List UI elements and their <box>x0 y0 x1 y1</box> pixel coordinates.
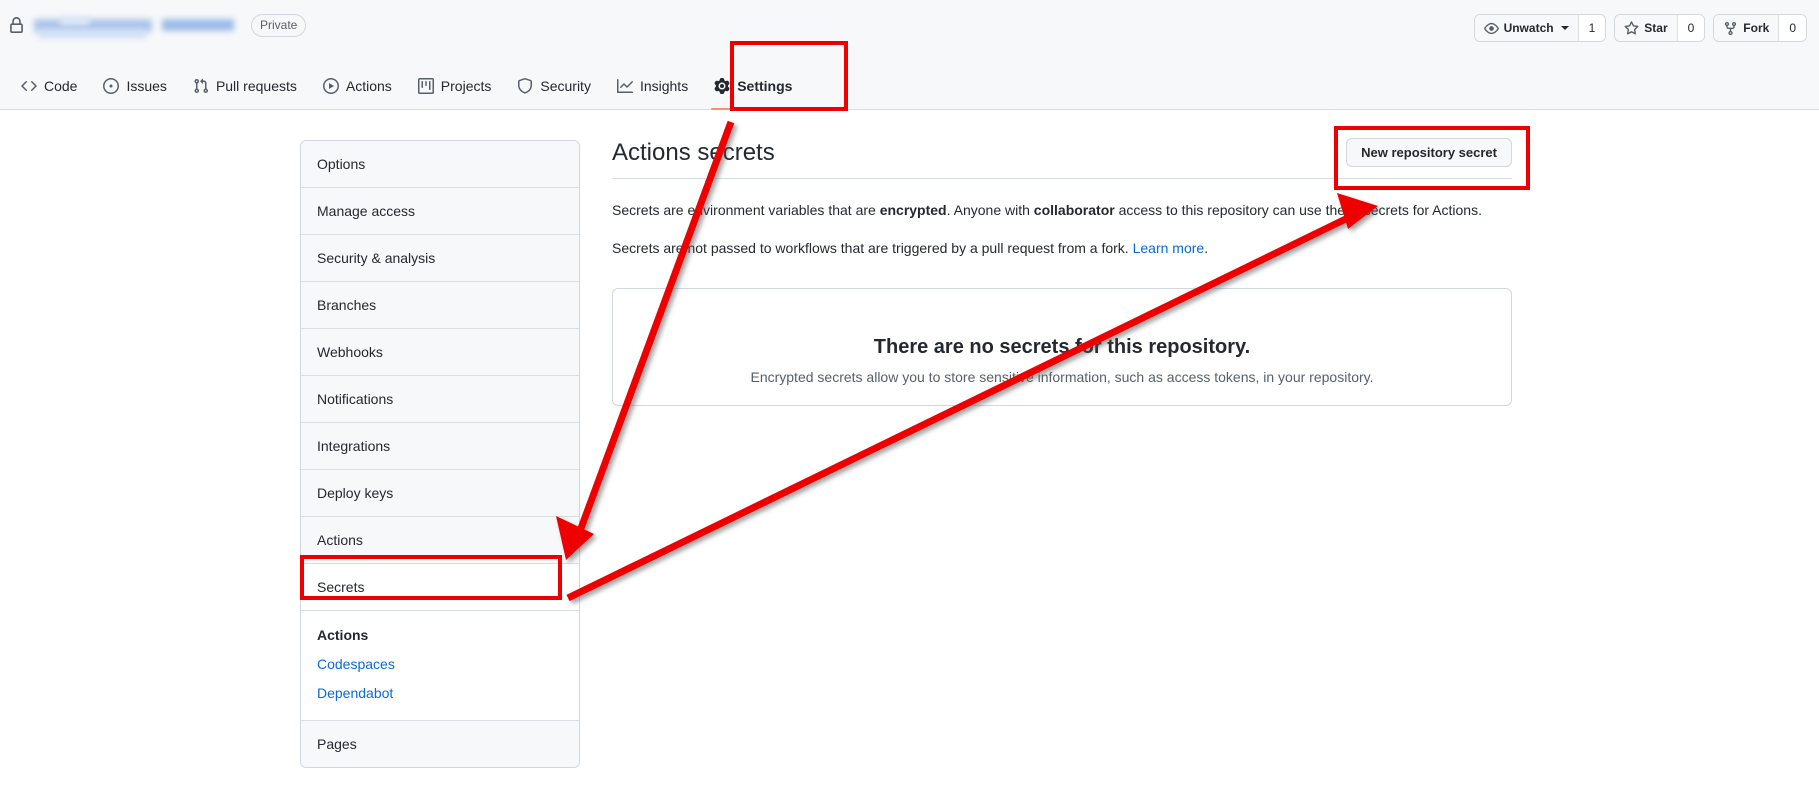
sidebar-subitem-dependabot[interactable]: Dependabot <box>317 679 579 708</box>
settings-sidebar: Options Manage access Security & analysi… <box>300 140 580 768</box>
sidebar-item-secrets[interactable]: Secrets <box>301 564 579 611</box>
project-icon <box>417 78 434 94</box>
no-secrets-empty-state: There are no secrets for this repository… <box>612 288 1512 406</box>
desc1-part3: access to this repository can use these … <box>1114 202 1482 218</box>
tab-projects-label: Projects <box>440 78 492 94</box>
desc1-part2: . Anyone with <box>946 202 1034 218</box>
sidebar-subitem-actions[interactable]: Actions <box>317 621 579 650</box>
chevron-down-icon <box>1560 26 1569 30</box>
empty-state-subtitle: Encrypted secrets allow you to store sen… <box>750 369 1374 385</box>
tab-projects[interactable]: Projects <box>405 62 505 110</box>
sidebar-item-security-analysis[interactable]: Security & analysis <box>301 235 579 282</box>
play-icon <box>322 78 339 94</box>
desc1-part1: Secrets are environment variables that a… <box>612 202 880 218</box>
star-label: Star <box>1644 21 1668 35</box>
tab-security[interactable]: Security <box>504 62 604 110</box>
header-actions: Unwatch 1 Star 0 Fork 0 <box>1473 14 1807 42</box>
watch-button-group[interactable]: Unwatch 1 <box>1473 14 1607 42</box>
repository-name-redacted[interactable] <box>34 17 234 38</box>
sidebar-item-notifications[interactable]: Notifications <box>301 376 579 423</box>
fork-icon <box>1723 21 1738 36</box>
learn-more-link[interactable]: Learn more <box>1133 240 1205 256</box>
star-count: 0 <box>1676 15 1705 41</box>
sidebar-item-webhooks[interactable]: Webhooks <box>301 329 579 376</box>
repository-nav: Code Issues Pull requests Actions Projec <box>0 62 805 110</box>
main-header-row: Actions secrets New repository secret <box>612 138 1512 179</box>
lock-icon <box>8 17 25 34</box>
repository-header: Private Unwatch 1 Star 0 Fork 0 Code Iss… <box>0 0 1819 110</box>
watch-count: 1 <box>1577 15 1606 41</box>
sidebar-item-actions[interactable]: Actions <box>301 517 579 564</box>
gear-icon <box>714 78 730 94</box>
git-pull-request-icon <box>193 78 209 94</box>
tab-security-label: Security <box>540 78 591 94</box>
fork-label: Fork <box>1743 21 1770 35</box>
tab-insights[interactable]: Insights <box>604 62 701 110</box>
sidebar-item-branches[interactable]: Branches <box>301 282 579 329</box>
star-button[interactable]: Star <box>1615 15 1677 41</box>
tab-code-label: Code <box>44 78 78 94</box>
tab-settings[interactable]: Settings <box>701 62 805 110</box>
eye-icon <box>1483 21 1499 36</box>
desc1-bold-collaborator: collaborator <box>1033 202 1115 218</box>
fork-button-group[interactable]: Fork 0 <box>1713 14 1807 42</box>
tab-issues-label: Issues <box>126 78 167 94</box>
graph-icon <box>616 78 633 94</box>
tab-code[interactable]: Code <box>8 62 90 110</box>
sidebar-subitem-codespaces[interactable]: Codespaces <box>317 650 579 679</box>
new-repository-secret-button[interactable]: New repository secret <box>1346 138 1512 167</box>
tab-pull-requests-label: Pull requests <box>215 78 297 94</box>
secrets-description-1: Secrets are environment variables that a… <box>612 200 1512 221</box>
fork-button[interactable]: Fork <box>1714 15 1779 41</box>
tab-issues[interactable]: Issues <box>90 62 179 110</box>
repository-title-row: Private <box>8 14 307 38</box>
settings-page-body: Options Manage access Security & analysi… <box>0 110 1819 807</box>
shield-icon <box>517 78 533 94</box>
tab-settings-label: Settings <box>737 78 793 94</box>
desc2-part1: Secrets are not passed to workflows that… <box>612 240 1133 256</box>
desc2-part2: . <box>1204 240 1209 256</box>
star-button-group[interactable]: Star 0 <box>1614 14 1706 42</box>
page-title: Actions secrets <box>612 139 775 166</box>
tab-actions-label: Actions <box>345 78 392 94</box>
star-icon <box>1624 20 1639 36</box>
tab-actions[interactable]: Actions <box>310 62 405 110</box>
sidebar-item-options[interactable]: Options <box>301 141 579 188</box>
sidebar-secrets-subgroup: Actions Codespaces Dependabot <box>301 611 579 721</box>
tab-pull-requests[interactable]: Pull requests <box>180 62 310 110</box>
sidebar-item-integrations[interactable]: Integrations <box>301 423 579 470</box>
fork-count: 0 <box>1778 15 1806 41</box>
unwatch-label: Unwatch <box>1503 21 1554 35</box>
secrets-description-2: Secrets are not passed to workflows that… <box>612 238 1512 259</box>
unwatch-button[interactable]: Unwatch <box>1474 15 1578 41</box>
issue-opened-icon <box>103 78 120 94</box>
tab-insights-label: Insights <box>639 78 689 94</box>
settings-main-content: Actions secrets New repository secret Se… <box>612 138 1512 406</box>
empty-state-title: There are no secrets for this repository… <box>873 336 1251 358</box>
sidebar-item-deploy-keys[interactable]: Deploy keys <box>301 470 579 517</box>
code-icon <box>21 78 37 94</box>
desc1-bold-encrypted: encrypted <box>879 202 947 218</box>
visibility-badge: Private <box>251 14 307 37</box>
sidebar-item-pages[interactable]: Pages <box>301 721 579 767</box>
sidebar-item-manage-access[interactable]: Manage access <box>301 188 579 235</box>
